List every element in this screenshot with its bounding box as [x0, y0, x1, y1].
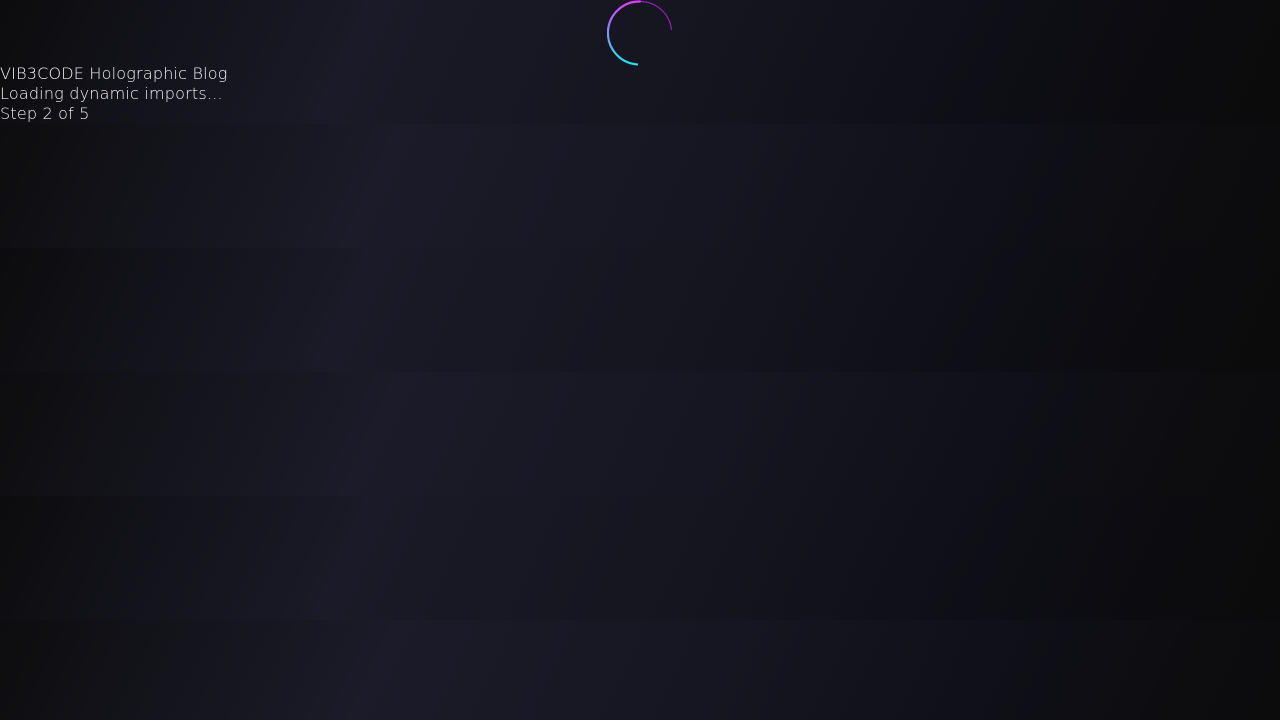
loading-message: VIB3CODE Holographic Blog Loading dynami…: [0, 64, 228, 124]
loading-screen: VIB3CODE Holographic Blog Loading dynami…: [0, 0, 1280, 720]
background-band: [0, 372, 1280, 496]
background-band: [0, 496, 1280, 620]
loader-title: VIB3CODE Holographic Blog: [0, 64, 228, 83]
loader-step: Step 2 of 5: [0, 104, 90, 123]
loading-spinner-icon: [607, 0, 673, 66]
background-band: [0, 248, 1280, 372]
background-band: [0, 124, 1280, 248]
background-band: [0, 620, 1280, 720]
loader-status: Loading dynamic imports...: [0, 84, 223, 103]
